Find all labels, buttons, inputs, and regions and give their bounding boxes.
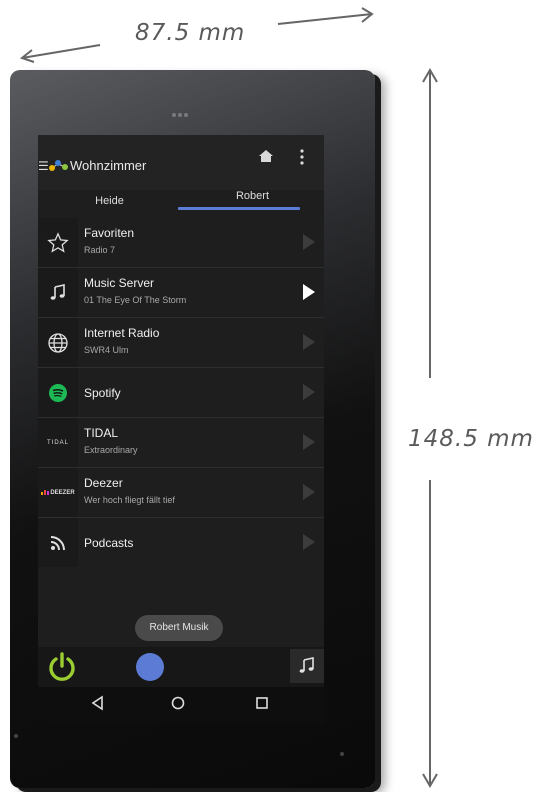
rss-icon: [38, 518, 78, 567]
source-title: Internet Radio: [84, 326, 160, 340]
source-title: Favoriten: [84, 226, 135, 240]
deezer-logo-text: DEEZER: [50, 489, 75, 496]
screen: ☰ Wohnzimmer Heide Robert Favoriten Radi…: [38, 135, 324, 723]
deezer-logo-icon: DEEZER: [38, 468, 78, 517]
source-subtitle: Wer hoch fliegt fällt tief: [84, 495, 175, 505]
list-item-tidal[interactable]: TIDAL TIDAL Extraordinary: [38, 418, 324, 468]
screw: [340, 752, 344, 756]
tab-robert[interactable]: Robert: [181, 190, 324, 218]
width-dimension-label: 87.5 mm: [135, 20, 246, 46]
player-bar: [38, 647, 324, 687]
height-dimension-label: 148.5 mm: [408, 426, 534, 452]
play-icon[interactable]: [303, 384, 315, 400]
toast-message: Robert Musik: [135, 615, 223, 641]
list-item-podcasts[interactable]: Podcasts: [38, 518, 324, 567]
star-icon: [38, 218, 78, 267]
home-nav-icon[interactable]: [170, 695, 186, 711]
globe-icon: [38, 318, 78, 367]
power-icon[interactable]: [46, 651, 78, 683]
app-logo-icon: [49, 160, 68, 171]
source-title: TIDAL: [84, 426, 119, 440]
list-item-internet-radio[interactable]: Internet Radio SWR4 Ulm: [38, 318, 324, 368]
screw: [14, 734, 18, 738]
source-subtitle: SWR4 Ulm: [84, 345, 129, 355]
tidal-logo-text: TIDAL: [46, 439, 69, 446]
music-button[interactable]: [290, 649, 324, 683]
more-options-icon[interactable]: [300, 149, 304, 165]
source-subtitle: 01 The Eye Of The Storm: [84, 295, 187, 305]
play-icon[interactable]: [303, 534, 315, 550]
play-icon[interactable]: [303, 484, 315, 500]
source-title: Spotify: [84, 386, 121, 400]
list-item-favoriten[interactable]: Favoriten Radio 7: [38, 218, 324, 268]
music-note-icon: [299, 657, 314, 673]
room-title[interactable]: Wohnzimmer: [70, 158, 146, 173]
spotify-icon: [38, 368, 78, 417]
recents-icon[interactable]: [254, 695, 270, 711]
music-note-icon: [38, 268, 78, 317]
list-item-music-server[interactable]: Music Server 01 The Eye Of The Storm: [38, 268, 324, 318]
app-bar: ☰ Wohnzimmer: [38, 135, 324, 190]
list-item-spotify[interactable]: Spotify: [38, 368, 324, 418]
source-title: Deezer: [84, 476, 123, 490]
source-subtitle: Extraordinary: [84, 445, 138, 455]
camera-sensors: [172, 104, 192, 117]
source-title: Music Server: [84, 276, 155, 290]
list-item-deezer[interactable]: DEEZER Deezer Wer hoch fliegt fällt tief: [38, 468, 324, 518]
back-icon[interactable]: [90, 695, 106, 711]
play-icon[interactable]: [303, 334, 315, 350]
play-icon[interactable]: [303, 434, 315, 450]
play-icon[interactable]: [303, 234, 315, 250]
source-subtitle: Radio 7: [84, 245, 116, 255]
active-tab-indicator: [178, 207, 300, 210]
play-icon[interactable]: [303, 284, 315, 300]
home-icon[interactable]: [258, 149, 274, 163]
player-indicator[interactable]: [136, 653, 164, 681]
tidal-logo-icon: TIDAL: [38, 418, 78, 467]
source-title: Podcasts: [84, 536, 134, 550]
